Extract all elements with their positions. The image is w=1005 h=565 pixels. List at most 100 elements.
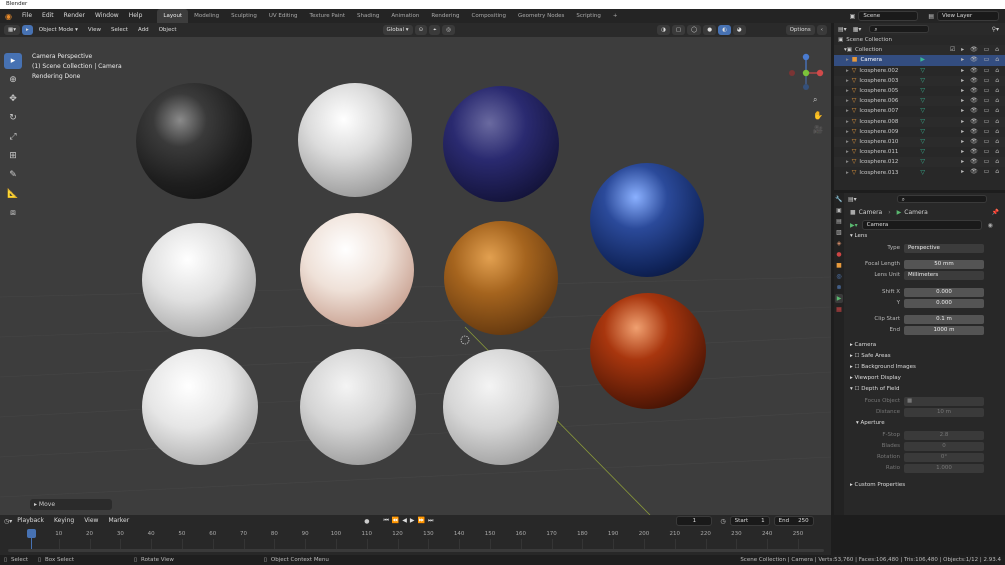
camera-section[interactable]: ▸ Camera <box>844 340 1005 351</box>
outliner-item[interactable]: ▸ ▽ Icosphere.002 ▽ ▸ 👁 ▭ ⌂ <box>834 66 1005 76</box>
sphere-dark-granite[interactable] <box>136 83 252 199</box>
aperture-section[interactable]: ▾ Aperture <box>844 418 1005 429</box>
menu-window[interactable]: Window <box>90 9 124 23</box>
menu-render[interactable]: Render <box>59 9 90 23</box>
transform-orientation[interactable]: Global ▾ <box>382 25 413 35</box>
expand-arrow-icon[interactable]: ▸ <box>846 127 849 137</box>
fstop-field[interactable]: 2.8 <box>904 430 984 440</box>
sphere-white-gray-spots[interactable] <box>142 223 256 337</box>
tool-tab-icon[interactable]: 🔧 <box>835 195 843 204</box>
navigation-gizmo[interactable] <box>788 53 824 93</box>
shading-material-icon[interactable]: ◐ <box>718 25 731 35</box>
visibility-toggles[interactable]: ▸ 👁 ▭ ⌂ <box>961 137 1001 147</box>
zoom-icon[interactable]: ⌕ <box>813 95 817 105</box>
shading-rendered-icon[interactable]: ◕ <box>732 25 746 35</box>
sphere-brown-amber[interactable] <box>444 221 558 335</box>
menu-help[interactable]: Help <box>124 9 148 23</box>
timeline-scrollbar[interactable] <box>8 549 824 552</box>
outliner-item[interactable]: ▸ ▽ Icosphere.009 ▽ ▸ 👁 ▭ ⌂ <box>834 127 1005 137</box>
shift-y-field[interactable]: 0.000 <box>904 298 984 308</box>
mode-selector[interactable]: Object Mode ▾ <box>35 25 82 35</box>
expand-arrow-icon[interactable]: ▸ <box>846 147 849 157</box>
outliner-item[interactable]: ▸ ▽ Icosphere.005 ▽ ▸ 👁 ▭ ⌂ <box>834 86 1005 96</box>
cursor-tool-icon[interactable]: ⊕ <box>4 72 22 88</box>
proportional-edit-icon[interactable]: ◎ <box>442 25 456 35</box>
annotate-tool-icon[interactable]: ✎ <box>4 167 22 183</box>
collapse-icon[interactable]: ‹ <box>816 25 827 35</box>
tab-shading[interactable]: Shading <box>351 9 385 23</box>
pan-hand-icon[interactable]: ✋ <box>813 111 823 120</box>
camera-datablock-icon[interactable]: ▶▾ <box>850 222 858 229</box>
editor-type-icon[interactable]: ▦▾ <box>4 25 20 35</box>
properties-search[interactable]: ⌕ <box>896 195 987 203</box>
last-operation-panel[interactable]: ▸ Move <box>30 499 112 510</box>
expand-arrow-icon[interactable]: ▸ <box>846 66 849 76</box>
transform-tool-icon[interactable]: ⊞ <box>4 148 22 164</box>
texture-tab-icon[interactable]: ▦ <box>835 305 843 314</box>
blades-field[interactable]: 0 <box>904 441 984 451</box>
sphere-blue-glossy[interactable] <box>590 163 704 277</box>
tab-animation[interactable]: Animation <box>385 9 425 23</box>
tab-rendering[interactable]: Rendering <box>425 9 465 23</box>
world-tab-icon[interactable]: ● <box>835 250 843 259</box>
outliner-item[interactable]: ▸ ▽ Icosphere.010 ▽ ▸ 👁 ▭ ⌂ <box>834 136 1005 148</box>
visibility-toggles[interactable]: ▸ 👁 ▭ ⌂ <box>961 55 1001 65</box>
clip-start-field[interactable]: 0.1 m <box>904 314 984 324</box>
expand-arrow-icon[interactable]: ▸ <box>846 55 849 65</box>
outliner-search[interactable]: ⌕ <box>869 25 930 33</box>
camera-datablock-name[interactable]: Camera <box>861 220 982 230</box>
tab-layout[interactable]: Layout <box>157 9 189 23</box>
visibility-toggles[interactable]: ▸ 👁 ▭ ⌂ <box>961 66 1001 76</box>
expand-arrow-icon[interactable]: ▸ <box>846 117 849 127</box>
visibility-toggles[interactable]: ▸ 👁 ▭ ⌂ <box>961 86 1001 96</box>
visibility-toggles[interactable]: ▸ 👁 ▭ ⌂ <box>961 157 1001 167</box>
ratio-field[interactable]: 1.000 <box>904 463 984 473</box>
view-layer-tab-icon[interactable]: ▧ <box>835 228 843 237</box>
safe-areas-section[interactable]: ▸ ☐ Safe Areas <box>844 351 1005 362</box>
view-layer-icon[interactable]: ▤ <box>928 13 934 20</box>
lens-unit-dropdown[interactable]: Millimeters <box>904 270 984 280</box>
outliner-item[interactable]: ▸ ▽ Icosphere.011 ▽ ▸ 👁 ▭ ⌂ <box>834 147 1005 157</box>
object-tab-icon[interactable]: ■ <box>835 261 843 270</box>
tab-uv-editing[interactable]: UV Editing <box>263 9 304 23</box>
camera-data-tab-icon[interactable]: ▶ <box>835 294 843 303</box>
pivot-icon[interactable]: ⊙ <box>414 25 428 35</box>
sphere-light-marble-top[interactable] <box>298 83 412 197</box>
add-workspace-icon[interactable]: + <box>607 9 624 23</box>
expand-arrow-icon[interactable]: ▸ <box>846 86 849 96</box>
outliner-item[interactable]: ▸ ▽ Icosphere.007 ▽ ▸ 👁 ▭ ⌂ <box>834 106 1005 116</box>
tab-sculpting[interactable]: Sculpting <box>225 9 263 23</box>
viewport-display-section[interactable]: ▸ Viewport Display <box>844 373 1005 384</box>
expand-arrow-icon[interactable]: ▸ <box>846 106 849 116</box>
sphere-white-orange-spots[interactable] <box>300 213 414 327</box>
xray-icon[interactable]: ▢ <box>671 25 686 35</box>
expand-arrow-icon[interactable]: ▸ <box>846 157 849 167</box>
shift-x-field[interactable]: 0.000 <box>904 287 984 297</box>
menu-object[interactable]: Object <box>155 25 181 35</box>
scene-selector[interactable]: Scene <box>858 11 919 21</box>
rotate-tool-icon[interactable]: ↻ <box>4 110 22 126</box>
select-box-tool-icon[interactable]: ▸ <box>4 53 22 69</box>
outliner-item[interactable]: ▸ ▽ Icosphere.008 ▽ ▸ 👁 ▭ ⌂ <box>834 116 1005 127</box>
measure-tool-icon[interactable]: 📐 <box>4 186 22 202</box>
playhead[interactable] <box>27 529 36 538</box>
properties-editor-icon[interactable]: ▤▾ <box>848 196 857 203</box>
outliner-item[interactable]: ▸ ▽ Icosphere.003 ▽ ▸ 👁 ▭ ⌂ <box>834 75 1005 86</box>
menu-view[interactable]: View <box>84 25 105 35</box>
shading-wireframe-icon[interactable]: ◯ <box>687 25 702 35</box>
outliner-collection[interactable]: ▾▣ Collection ☑ ▸ 👁 ▭ ⌂ <box>834 45 1005 56</box>
focal-length-field[interactable]: 50 mm <box>904 259 984 269</box>
distance-field[interactable]: 10 m <box>904 407 984 417</box>
rotation-field[interactable]: 0° <box>904 452 984 462</box>
expand-arrow-icon[interactable]: ▸ <box>846 168 849 178</box>
sphere-blue-gold[interactable] <box>443 86 559 202</box>
shading-solid-icon[interactable]: ● <box>703 25 717 35</box>
outliner-item[interactable]: ▸ ▽ Icosphere.006 ▽ ▸ 👁 ▭ ⌂ <box>834 96 1005 107</box>
select-tool-icon[interactable]: ▸ <box>21 25 33 35</box>
pin-icon[interactable]: 📌 <box>992 209 999 216</box>
outliner-editor-icon[interactable]: ▤▾ <box>838 26 847 33</box>
outliner-scene-collection[interactable]: ▣ Scene Collection <box>834 35 1005 45</box>
scene-icon[interactable]: ▣ <box>850 13 856 20</box>
scale-tool-icon[interactable]: ⤢ <box>4 129 22 145</box>
overlay-icon[interactable]: ◑ <box>657 25 670 35</box>
